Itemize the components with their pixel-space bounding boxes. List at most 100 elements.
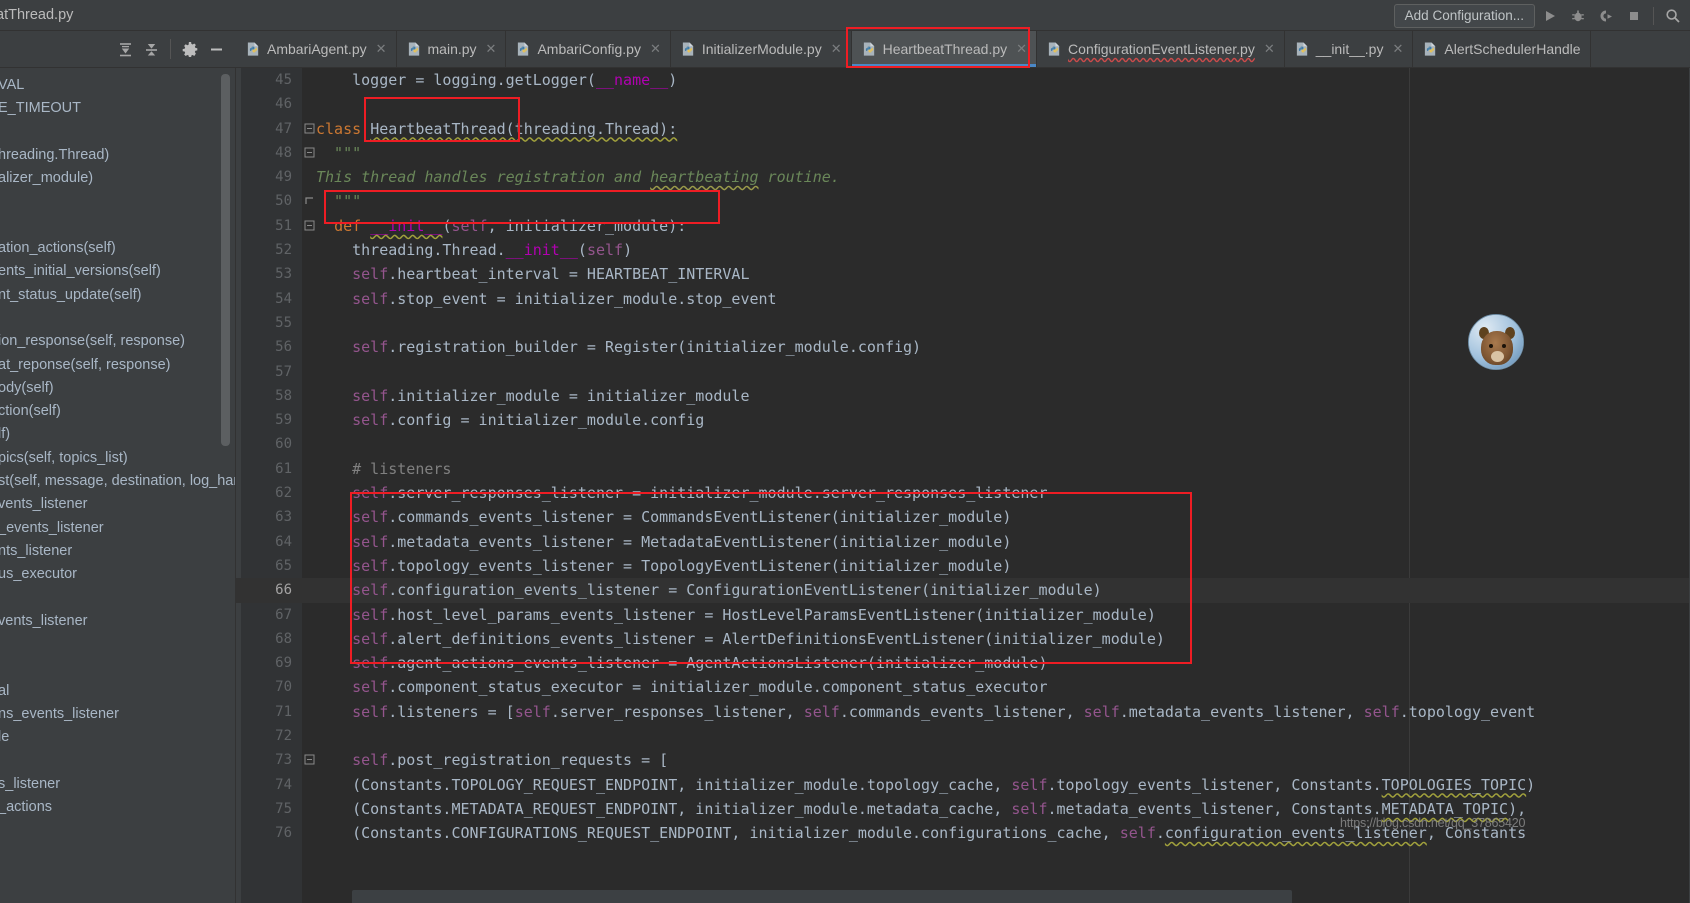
tab-configurationeventlistener-py[interactable]: ConfigurationEventListener.py ✕ — [1037, 31, 1285, 67]
code-line[interactable]: 60 — [236, 432, 1690, 456]
code-line[interactable]: 71 self.listeners = [self.server_respons… — [236, 700, 1690, 724]
code-line[interactable]: 54 self.stop_event = initializer_module.… — [236, 287, 1690, 311]
settings-gear-icon[interactable] — [178, 37, 202, 61]
structure-item[interactable]: nt_status_update(self) — [0, 284, 236, 307]
code-line[interactable]: 63 self.commands_events_listener = Comma… — [236, 505, 1690, 529]
tab-close-icon[interactable]: ✕ — [1392, 41, 1403, 57]
python-file-icon — [863, 42, 874, 56]
structure-item-blank — [0, 121, 236, 144]
line-number: 47 — [275, 120, 292, 137]
structure-item[interactable]: E_TIMEOUT — [0, 97, 236, 120]
tab-label: HeartbeatThread.py — [882, 41, 1008, 57]
run-icon[interactable] — [1537, 3, 1563, 29]
code-line[interactable]: 70 self.component_status_executor = init… — [236, 675, 1690, 699]
tab-close-icon[interactable]: ✕ — [1264, 41, 1275, 57]
python-file-icon — [682, 42, 694, 56]
code-line[interactable]: 67 self.host_level_params_events_listene… — [236, 603, 1690, 627]
code-line[interactable]: 50 """ — [236, 189, 1690, 213]
tab-heartbeatthread-py[interactable]: HeartbeatThread.py ✕ — [851, 31, 1038, 67]
search-icon[interactable] — [1660, 3, 1686, 29]
code-text: self.commands_events_listener = Commands… — [352, 508, 1012, 527]
code-line[interactable]: 46 — [236, 92, 1690, 116]
structure-item[interactable]: hreading.Thread) — [0, 144, 236, 167]
structure-item[interactable]: st(self, message, destination, log_hand — [0, 470, 236, 493]
code-line[interactable]: 72 — [236, 724, 1690, 748]
line-number: 51 — [275, 217, 292, 234]
code-line[interactable]: 68 self.alert_definitions_events_listene… — [236, 627, 1690, 651]
code-line[interactable]: 59 self.config = initializer_module.conf… — [236, 408, 1690, 432]
line-number: 63 — [275, 509, 292, 526]
code-text: self.initializer_module = initializer_mo… — [352, 386, 750, 405]
line-number: 54 — [275, 290, 292, 307]
bottom-partial-row — [352, 890, 1292, 903]
structure-item[interactable]: us_executor — [0, 563, 236, 586]
collapse-all-icon[interactable] — [139, 37, 163, 61]
structure-item[interactable]: _events_listener — [0, 517, 236, 540]
tab-close-icon[interactable]: ✕ — [831, 41, 842, 57]
structure-scrollbar[interactable] — [221, 74, 230, 446]
code-line[interactable]: 74 (Constants.TOPOLOGY_REQUEST_ENDPOINT,… — [236, 773, 1690, 797]
code-line[interactable]: 65 self.topology_events_listener = Topol… — [236, 554, 1690, 578]
code-line[interactable]: 64 self.metadata_events_listener = Metad… — [236, 530, 1690, 554]
tab-main-py[interactable]: main.py ✕ — [397, 31, 507, 67]
structure-item[interactable]: at_reponse(self, response) — [0, 354, 236, 377]
tab-close-icon[interactable]: ✕ — [650, 41, 661, 57]
hide-panel-icon[interactable] — [204, 37, 228, 61]
line-number: 55 — [275, 314, 292, 331]
code-line[interactable]: 52 threading.Thread.__init__(self) — [236, 238, 1690, 262]
run-coverage-icon[interactable] — [1593, 3, 1619, 29]
line-number: 66 — [275, 582, 292, 599]
code-line[interactable]: 69 self.agent_actions_events_listener = … — [236, 651, 1690, 675]
structure-item[interactable]: nts_listener — [0, 540, 236, 563]
line-number: 72 — [275, 728, 292, 745]
code-line[interactable]: 58 self.initializer_module = initializer… — [236, 384, 1690, 408]
code-line[interactable]: 48 """ — [236, 141, 1690, 165]
structure-item[interactable]: ns_events_listener — [0, 703, 236, 726]
structure-item[interactable]: ody(self) — [0, 377, 236, 400]
code-text: self.host_level_params_events_listener =… — [352, 605, 1156, 624]
code-line[interactable]: 53 self.heartbeat_interval = HEARTBEAT_I… — [236, 262, 1690, 286]
tab-close-icon[interactable]: ✕ — [1016, 41, 1027, 57]
structure-item[interactable]: le — [0, 726, 236, 749]
code-line[interactable]: 73 self.post_registration_requests = [ — [236, 748, 1690, 772]
structure-item[interactable]: vents_listener — [0, 493, 236, 516]
code-line[interactable]: 62 self.server_responses_listener = init… — [236, 481, 1690, 505]
structure-item[interactable]: ents_initial_versions(self) — [0, 260, 236, 283]
tab-initializermodule-py[interactable]: InitializerModule.py ✕ — [671, 31, 852, 67]
code-line[interactable]: 45 logger = logging.getLogger(__name__) — [236, 68, 1690, 92]
tab-close-icon[interactable]: ✕ — [376, 41, 387, 57]
structure-item-blank — [0, 633, 236, 656]
stop-icon[interactable] — [1621, 3, 1647, 29]
code-line[interactable]: 61 # listeners — [236, 457, 1690, 481]
structure-item[interactable]: alizer_module) — [0, 167, 236, 190]
tab-ambariagent-py[interactable]: AmbariAgent.py ✕ — [236, 31, 397, 67]
code-line[interactable]: 47 class HeartbeatThread(threading.Thread… — [236, 117, 1690, 141]
tab-close-icon[interactable]: ✕ — [486, 41, 497, 57]
code-line[interactable]: 66 self.configuration_events_listener = … — [236, 578, 1690, 603]
code-line[interactable]: 51 def __init__(self, initializer_module… — [236, 214, 1690, 238]
structure-item[interactable]: _actions — [0, 796, 236, 819]
structure-item[interactable]: VAL — [0, 74, 236, 97]
add-configuration-button[interactable]: Add Configuration... — [1393, 3, 1535, 28]
tab-alertschedulerhandle[interactable]: AlertSchedulerHandle — [1413, 31, 1591, 67]
tab--init-py[interactable]: __init__.py ✕ — [1285, 31, 1414, 67]
debug-icon[interactable] — [1565, 3, 1591, 29]
code-lines[interactable]: 45 logger = logging.getLogger(__name__) 4… — [236, 68, 1690, 903]
structure-item[interactable]: pics(self, topics_list) — [0, 447, 236, 470]
structure-item[interactable]: lf) — [0, 423, 236, 446]
structure-item[interactable]: ation_actions(self) — [0, 237, 236, 260]
code-line[interactable]: 49 This thread handles registration and h… — [236, 165, 1690, 189]
structure-item[interactable]: ction(self) — [0, 400, 236, 423]
structure-item-blank — [0, 214, 236, 237]
tab-ambariconfig-py[interactable]: AmbariConfig.py ✕ — [506, 31, 671, 67]
structure-item[interactable]: s_listener — [0, 773, 236, 796]
code-text: self.topology_events_listener = Topology… — [352, 556, 1012, 575]
structure-item[interactable]: vents_listener — [0, 610, 236, 633]
structure-item[interactable]: al — [0, 680, 236, 703]
code-editor[interactable]: 45 logger = logging.getLogger(__name__) 4… — [236, 68, 1690, 903]
structure-item-blank — [0, 750, 236, 773]
code-text: self.registration_builder = Register(ini… — [352, 338, 922, 357]
structure-item[interactable]: ion_response(self, response) — [0, 330, 236, 353]
code-text: self.post_registration_requests = [ — [352, 751, 669, 770]
expand-all-icon[interactable] — [113, 37, 137, 61]
